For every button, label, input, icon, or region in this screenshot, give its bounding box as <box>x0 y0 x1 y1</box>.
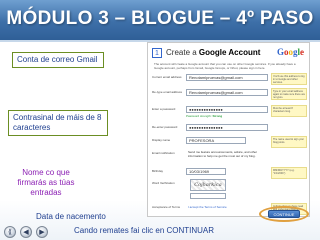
password-label: Enter a password <box>152 107 176 111</box>
birthday-label: Birthday <box>152 169 164 173</box>
terms-label: Acceptance of Terms <box>152 205 180 209</box>
retype-email-hint: Type in your email address again to make… <box>271 88 307 100</box>
email-label: Current email address <box>152 75 182 79</box>
logo-letter: G <box>276 47 284 57</box>
continue-button[interactable]: CONTINUE <box>268 210 300 218</box>
callout-password: Contrasinal de máis de 8 caracteres <box>8 110 108 136</box>
display-name-field[interactable]: PROFESORA <box>186 137 246 144</box>
nav-next-button[interactable]: ▶ <box>36 226 48 238</box>
form-heading-bold: Google Account <box>198 48 261 57</box>
terms-checkbox-text[interactable]: I accept the Terms of Service <box>188 205 227 209</box>
footer-instruction: Cando remates fai clic en CONTINUAR <box>74 226 215 235</box>
notification-row: Email notification Send me feature annou… <box>150 149 308 167</box>
retype-email-row: Re-type email address Renotamipruevas@gm… <box>150 88 308 102</box>
password-hint: Must be at least 8 characters long. <box>271 105 307 117</box>
strength-value: Strong <box>212 114 223 118</box>
reenter-password-label: Re-enter password <box>152 125 178 129</box>
page-title: MÓDULO 3 – BLOGUE – 4º PASO <box>6 8 314 29</box>
callout-signature-text: Nome co que firmarás as túas entradas <box>17 168 75 197</box>
birthday-field[interactable]: 10/03/1969 <box>186 168 226 175</box>
birthday-hint: MM/DD/YYYY (e.g. "1/1/2001") <box>271 167 307 179</box>
nav-prev-button[interactable]: ◀ <box>20 226 32 238</box>
form-intro: The account will create a Google account… <box>154 62 296 70</box>
logo-letter: e <box>300 47 304 57</box>
callout-gmail-text: Conta de correo Gmail <box>17 55 98 64</box>
callout-signature: Nome co que firmarás as túas entradas <box>10 168 82 198</box>
display-name-hint: The name used to sign your blog posts. <box>271 136 307 148</box>
retype-email-field[interactable]: Renotamipruevas@gmail.com <box>186 89 268 96</box>
captcha-input[interactable] <box>190 193 226 199</box>
strength-label-text: Password strength: <box>186 114 212 118</box>
callout-birthdate-text: Data de nacemento <box>36 212 106 221</box>
retype-email-label: Re-type email address <box>152 90 183 94</box>
reenter-password-row: Re-enter password ●●●●●●●●●●●●●● <box>150 123 308 137</box>
password-field[interactable]: ●●●●●●●●●●●●●● <box>186 106 268 113</box>
email-row: Current email address Renotamipruevas@gm… <box>150 73 308 87</box>
step-number: 1 <box>152 48 162 58</box>
form-heading: Create a Google Account <box>166 48 260 57</box>
form-heading-prefix: Create a <box>166 48 197 57</box>
email-hint: You'll use this address to log in to Goo… <box>271 73 307 85</box>
word-verification-label: Word Verification <box>152 181 175 185</box>
callout-birthdate: Data de nacemento <box>36 212 106 222</box>
callout-gmail: Conta de correo Gmail <box>12 52 104 68</box>
display-name-row: Display name PROFESORA The name used to … <box>150 136 308 150</box>
email-field[interactable]: Renotamipruevas@gmail.com <box>186 74 268 81</box>
notification-checkbox-text[interactable]: Send me feature announcements, advice, a… <box>186 150 268 164</box>
account-form-screenshot: 1 Create a Google Account Google The acc… <box>147 42 310 217</box>
reenter-password-field[interactable]: ●●●●●●●●●●●●●● <box>186 124 268 131</box>
captcha-image: Cojharkica <box>190 179 226 191</box>
form-header: 1 Create a Google Account Google <box>152 47 306 61</box>
password-row: Enter a password ●●●●●●●●●●●●●● Password… <box>150 105 308 121</box>
title-bar: MÓDULO 3 – BLOGUE – 4º PASO <box>0 0 320 42</box>
word-verification-row: Word Verification Cojharkica <box>150 179 308 203</box>
nav-first-button[interactable]: ⟪ <box>4 226 16 238</box>
google-logo: Google <box>277 47 304 57</box>
callout-password-text: Contrasinal de máis de 8 caracteres <box>13 113 102 132</box>
password-strength-label: Password strength: Strong <box>186 114 222 118</box>
display-name-label: Display name <box>152 138 171 142</box>
notification-label: Email notification <box>152 151 175 155</box>
